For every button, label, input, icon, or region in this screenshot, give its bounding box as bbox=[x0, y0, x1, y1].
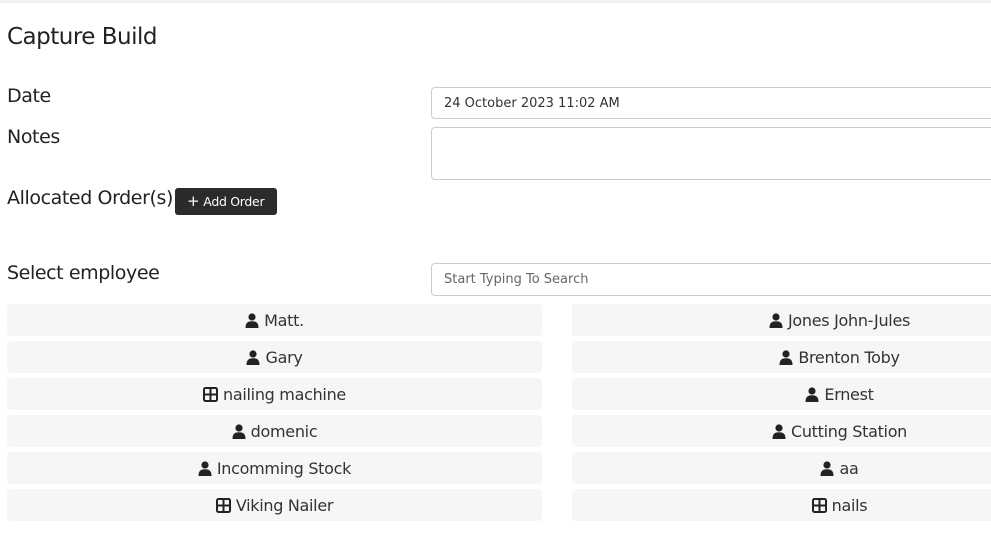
employee-option[interactable]: Matt. bbox=[7, 304, 542, 336]
employee-option[interactable]: Gary bbox=[7, 341, 542, 373]
employee-name: Gary bbox=[265, 347, 303, 367]
employee-name: domenic bbox=[250, 421, 318, 441]
employee-option[interactable]: aa bbox=[572, 452, 991, 484]
employee-name: Incomming Stock bbox=[216, 458, 352, 478]
employee-option[interactable]: Viking Nailer bbox=[7, 489, 542, 521]
machine-grid-icon bbox=[215, 497, 231, 513]
machine-grid-icon bbox=[811, 497, 827, 513]
employee-grid: Matt. Jones John-Jules Gary Brenton Toby nai… bbox=[7, 304, 991, 521]
employee-name: aa bbox=[839, 458, 859, 478]
add-order-button[interactable]: + Add Order bbox=[175, 188, 278, 215]
employee-name: nails bbox=[831, 495, 868, 515]
employee-option[interactable]: Ernest bbox=[572, 378, 991, 410]
employee-option[interactable]: Jones John-Jules bbox=[572, 304, 991, 336]
employee-option[interactable]: Incomming Stock bbox=[7, 452, 542, 484]
employee-name: Cutting Station bbox=[790, 421, 908, 441]
date-field[interactable] bbox=[431, 87, 991, 119]
add-order-label: Add Order bbox=[203, 194, 265, 209]
employee-name: Brenton Toby bbox=[798, 347, 900, 367]
user-icon bbox=[245, 312, 259, 328]
user-icon bbox=[198, 460, 212, 476]
machine-grid-icon bbox=[203, 386, 219, 402]
employee-name: Jones John-Jules bbox=[787, 310, 911, 330]
employee-option[interactable]: nails bbox=[572, 489, 991, 521]
top-bar bbox=[0, 0, 991, 3]
user-icon bbox=[820, 460, 834, 476]
user-icon bbox=[779, 349, 793, 365]
select-employee-label: Select employee bbox=[7, 262, 160, 284]
employee-name: Viking Nailer bbox=[235, 495, 334, 515]
user-icon bbox=[246, 349, 260, 365]
employee-search-input[interactable] bbox=[431, 263, 991, 296]
user-icon bbox=[232, 423, 246, 439]
employee-option[interactable]: Brenton Toby bbox=[572, 341, 991, 373]
user-icon bbox=[769, 312, 783, 328]
notes-label: Notes bbox=[7, 126, 60, 148]
date-label: Date bbox=[7, 85, 51, 107]
notes-field[interactable] bbox=[431, 127, 991, 180]
allocated-orders-label: Allocated Order(s) bbox=[7, 187, 174, 209]
employee-option[interactable]: Cutting Station bbox=[572, 415, 991, 447]
employee-option[interactable]: nailing machine bbox=[7, 378, 542, 410]
employee-name: nailing machine bbox=[223, 384, 346, 404]
user-icon bbox=[772, 423, 786, 439]
employee-name: Matt. bbox=[264, 310, 304, 330]
employee-name: Ernest bbox=[824, 384, 874, 404]
plus-icon: + bbox=[187, 192, 200, 210]
page-title: Capture Build bbox=[7, 24, 158, 50]
employee-option[interactable]: domenic bbox=[7, 415, 542, 447]
user-icon bbox=[805, 386, 819, 402]
